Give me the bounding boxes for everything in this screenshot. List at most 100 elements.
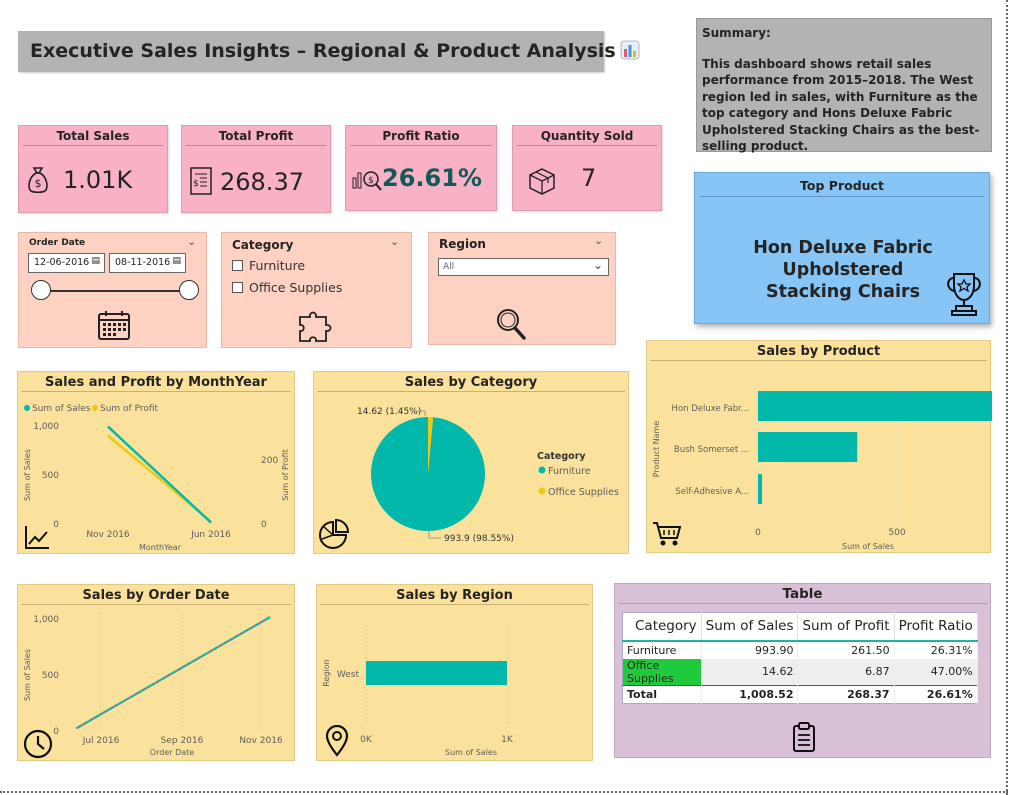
table-cell: Furniture: [622, 640, 702, 659]
kpi-value: 26.61%: [382, 164, 482, 192]
table-cell: 993.90: [701, 640, 799, 659]
checkbox-furniture[interactable]: Furniture: [232, 258, 305, 273]
start-date-input[interactable]: 12-06-2016 ▤: [28, 253, 105, 273]
table-cell-highlighted: Office Supplies: [622, 658, 702, 685]
table-cell: 261.50: [797, 640, 895, 659]
line-chart-svg: Sum of Sales Sum of Profit 1,000 500 0 2…: [23, 404, 290, 552]
x-axis-label: Sum of Sales: [445, 748, 497, 757]
x-tick-label: Nov 2016: [86, 530, 130, 540]
series-line-sales[interactable]: [107, 425, 212, 524]
sales-by-product-chart[interactable]: Sales by Product Hon Deluxe Fabr... Bush…: [646, 340, 992, 553]
kpi-total-sales[interactable]: Total Sales $ 1.01K: [18, 125, 168, 213]
x-tick-label: 0K: [360, 735, 373, 745]
y-axis-label: Sum of Sales: [23, 449, 32, 501]
calendar-icon: [97, 309, 131, 345]
order-date-slicer[interactable]: Order Date ⌄ 12-06-2016 ▤ 08-11-2016 ▤: [18, 232, 207, 348]
y-tick-label: 0: [53, 727, 59, 737]
y-axis-label: Product Name: [652, 421, 661, 478]
money-bag-icon: $: [27, 166, 49, 198]
puzzle-icon: [296, 305, 336, 349]
x-tick-label: 500: [888, 528, 905, 538]
table-row[interactable]: Office Supplies 14.62 6.87 47.00%: [622, 658, 978, 685]
dashboard-title-box: Executive Sales Insights – Regional & Pr…: [18, 31, 640, 72]
column-header[interactable]: Sum of Profit: [797, 612, 895, 642]
bar[interactable]: [758, 432, 858, 462]
x-axis-label: Order Date: [150, 748, 194, 757]
slider-handle-start[interactable]: [31, 280, 51, 300]
bar[interactable]: [758, 391, 992, 421]
y2-axis-label: Sum of Profit: [281, 449, 290, 501]
kpi-total-profit[interactable]: Total Profit $ 268.37: [181, 125, 331, 213]
column-header[interactable]: Profit Ratio: [894, 612, 978, 642]
kpi-profit-ratio[interactable]: Profit Ratio $ 26.61%: [345, 125, 497, 211]
column-header[interactable]: Category: [622, 612, 702, 642]
table-cell: 26.61%: [894, 684, 978, 703]
chevron-down-icon[interactable]: ⌄: [187, 235, 196, 248]
x-tick-label: 1K: [501, 735, 514, 745]
slicer-title: Region: [439, 237, 486, 251]
sales-by-region-chart[interactable]: Sales by Region West 0K 1K Sum of Sales …: [316, 584, 593, 761]
legend-marker-profit: [92, 405, 98, 411]
pie-chart-svg: 14.62 (1.45%) 993.9 (98.55%) Category Fu…: [357, 407, 619, 544]
data-table[interactable]: Category Sum of Sales Sum of Profit Prof…: [622, 612, 978, 704]
x-tick-label: Sep 2016: [161, 736, 204, 746]
region-slicer[interactable]: Region ⌄ All ⌄: [428, 232, 616, 345]
x-tick-label: 0: [755, 528, 761, 538]
x-tick-label: Jul 2016: [82, 736, 120, 746]
legend-marker-sales: [24, 405, 30, 411]
profit-analysis-icon: $: [351, 166, 383, 196]
summary-title: Summary:: [702, 26, 771, 40]
y2-tick-label: 200: [261, 456, 278, 466]
line-chart-svg: 1,000 500 0 Jul 2016 Sep 2016 Nov 2016 O…: [23, 613, 283, 757]
y-tick-label: West: [337, 670, 360, 680]
page-border-bottom: [0, 791, 1008, 793]
calendar-small-icon[interactable]: ▤: [91, 256, 100, 266]
region-dropdown[interactable]: All ⌄: [438, 258, 609, 276]
table-cell: 14.62: [701, 658, 799, 685]
chevron-down-icon[interactable]: ⌄: [593, 258, 603, 272]
y-tick-label: 1,000: [33, 615, 59, 625]
legend-label-office-supplies: Office Supplies: [548, 487, 619, 498]
series-line-sales[interactable]: [75, 616, 271, 730]
category-slicer[interactable]: Category ⌄ Furniture Office Supplies: [221, 232, 412, 348]
kpi-value: 1.01K: [63, 166, 133, 194]
calendar-small-icon[interactable]: ▤: [172, 256, 181, 266]
magnifier-icon: [495, 307, 527, 345]
top-product-card[interactable]: Top Product Hon Deluxe Fabric Upholstere…: [694, 172, 990, 324]
summary-table-panel[interactable]: Table Category Sum of Sales Sum of Profi…: [614, 583, 991, 758]
chevron-down-icon[interactable]: ⌄: [390, 235, 399, 248]
legend-label-sales: Sum of Sales: [32, 404, 91, 414]
chevron-down-icon[interactable]: ⌄: [594, 234, 603, 247]
table-cell: 6.87: [797, 658, 895, 685]
date-range-track: [39, 290, 190, 292]
end-date-input[interactable]: 08-11-2016 ▤: [109, 253, 186, 273]
table-cell: Total: [622, 684, 702, 703]
legend-label-furniture: Furniture: [548, 466, 591, 477]
sales-profit-monthyear-chart[interactable]: Sales and Profit by MonthYear Sum of Sal…: [17, 371, 295, 554]
legend-marker-office-supplies: [538, 487, 546, 495]
page-title: Executive Sales Insights – Regional & Pr…: [30, 40, 616, 62]
pie-slice-furniture[interactable]: [371, 417, 485, 531]
y-tick-label: Hon Deluxe Fabr...: [672, 404, 749, 414]
option-label: Furniture: [249, 258, 306, 273]
y2-tick-label: 0: [261, 520, 267, 530]
checkbox-office-supplies[interactable]: Office Supplies: [232, 280, 342, 295]
bar[interactable]: [366, 661, 507, 685]
x-tick-label: Jun 2016: [190, 530, 231, 540]
bar[interactable]: [758, 474, 763, 504]
kpi-quantity-sold[interactable]: Quantity Sold 7: [512, 125, 662, 211]
top-product-label: Top Product: [700, 173, 984, 197]
sales-by-category-chart[interactable]: Sales by Category 14.62 (1.45%) 993.9 (9…: [313, 371, 629, 554]
checkbox[interactable]: [232, 282, 243, 293]
table-row[interactable]: Furniture 993.90 261.50 26.31%: [622, 640, 978, 659]
clipboard-icon: [791, 721, 817, 757]
kpi-label: Total Profit: [186, 126, 326, 146]
checkbox[interactable]: [232, 260, 243, 271]
y-axis-label: Sum of Sales: [23, 649, 32, 701]
column-header[interactable]: Sum of Sales: [701, 612, 799, 642]
sales-by-order-date-chart[interactable]: Sales by Order Date 1,000 500 0 Jul 2016…: [17, 584, 295, 761]
y-tick-label: Bush Somerset ...: [674, 445, 749, 455]
slider-handle-end[interactable]: [179, 280, 199, 300]
slicer-title: Order Date: [29, 238, 86, 248]
slicer-title: Category: [232, 238, 294, 252]
